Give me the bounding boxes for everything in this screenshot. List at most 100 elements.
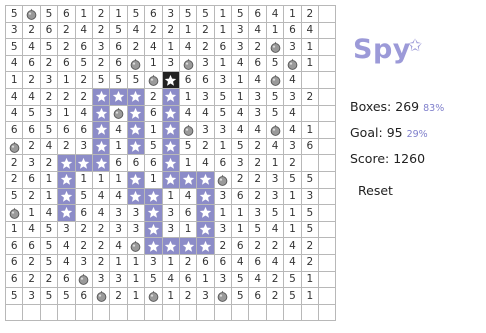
board-cell[interactable]: 4 <box>110 188 128 206</box>
board-cell[interactable]: 2 <box>266 238 285 255</box>
board-cell[interactable]: 1 <box>179 88 198 106</box>
board-cell[interactable]: 3 <box>110 205 128 222</box>
board-cell[interactable]: 6 <box>249 6 267 23</box>
board-cell[interactable]: 2 <box>75 88 93 106</box>
board-cell[interactable]: 4 <box>179 105 198 123</box>
board-cell[interactable]: 5 <box>179 6 198 23</box>
board-cell[interactable]: 6 <box>301 138 320 156</box>
board-cell[interactable]: 1 <box>214 205 233 222</box>
board-cell[interactable]: 4 <box>92 188 111 206</box>
board-cell[interactable]: 5 <box>266 55 285 73</box>
board-cell[interactable]: 5 <box>23 105 41 123</box>
board-cell[interactable]: 4 <box>6 105 24 123</box>
board-cell[interactable] <box>162 72 180 89</box>
board-cell[interactable]: 5 <box>249 221 267 239</box>
board-cell[interactable] <box>110 304 128 322</box>
board-cell[interactable]: 5 <box>6 188 24 206</box>
board-cell[interactable]: 3 <box>75 254 93 272</box>
board-cell[interactable]: 5 <box>92 72 111 89</box>
board-cell[interactable]: 2 <box>23 254 41 272</box>
board-cell[interactable]: 1 <box>284 6 302 23</box>
board-cell[interactable] <box>145 72 163 89</box>
board-cell[interactable]: 2 <box>40 155 59 172</box>
board-cell[interactable] <box>92 138 111 156</box>
board-cell[interactable]: 1 <box>301 288 320 305</box>
board-cell[interactable]: 6 <box>75 39 93 56</box>
board-cell[interactable]: 2 <box>23 22 41 40</box>
board-cell[interactable]: 2 <box>232 171 250 189</box>
board-cell[interactable]: 1 <box>92 171 111 189</box>
board-cell[interactable]: 1 <box>284 221 302 239</box>
board-cell[interactable]: 2 <box>197 39 215 56</box>
board-cell[interactable]: 3 <box>214 72 233 89</box>
board-cell[interactable]: 4 <box>127 22 146 40</box>
board-cell[interactable]: 6 <box>145 155 163 172</box>
board-cell[interactable]: 6 <box>110 155 128 172</box>
board-cell[interactable]: 3 <box>197 288 215 305</box>
board-cell[interactable]: 3 <box>214 188 233 206</box>
board-cell[interactable]: 5 <box>301 171 320 189</box>
board-cell[interactable] <box>319 22 337 40</box>
board-cell[interactable]: 3 <box>214 271 233 289</box>
board-cell[interactable]: 1 <box>214 138 233 156</box>
board-cell[interactable]: 6 <box>214 155 233 172</box>
board-cell[interactable]: 3 <box>249 88 267 106</box>
board-cell[interactable]: 5 <box>6 39 24 56</box>
board-cell[interactable]: 2 <box>249 155 267 172</box>
board-cell[interactable] <box>127 105 146 123</box>
board-cell[interactable]: 6 <box>232 238 250 255</box>
board-cell[interactable]: 4 <box>266 6 285 23</box>
board-cell[interactable]: 1 <box>162 39 180 56</box>
board-cell[interactable]: 2 <box>127 39 146 56</box>
board-cell[interactable] <box>319 122 337 139</box>
board-cell[interactable]: 5 <box>75 55 93 73</box>
board-cell[interactable]: 1 <box>214 22 233 40</box>
board-cell[interactable]: 1 <box>145 171 163 189</box>
board-cell[interactable]: 4 <box>58 238 76 255</box>
board-cell[interactable] <box>145 188 163 206</box>
board-cell[interactable]: 1 <box>58 72 76 89</box>
board-cell[interactable]: 5 <box>40 238 59 255</box>
board-cell[interactable]: 4 <box>284 122 302 139</box>
board-cell[interactable]: 2 <box>179 254 198 272</box>
board-cell[interactable]: 1 <box>40 171 59 189</box>
board-cell[interactable]: 1 <box>179 221 198 239</box>
board-cell[interactable]: 2 <box>40 88 59 106</box>
board-cell[interactable] <box>58 304 76 322</box>
board-cell[interactable]: 4 <box>284 254 302 272</box>
board-cell[interactable] <box>162 304 180 322</box>
board-cell[interactable] <box>92 155 111 172</box>
board-cell[interactable]: 6 <box>23 238 41 255</box>
board-cell[interactable]: 4 <box>145 39 163 56</box>
reset-button[interactable]: Reset <box>358 183 393 198</box>
board-cell[interactable]: 6 <box>284 22 302 40</box>
board-cell[interactable]: 3 <box>197 55 215 73</box>
board-cell[interactable]: 4 <box>40 138 59 156</box>
board-cell[interactable] <box>197 221 215 239</box>
board-cell[interactable]: 5 <box>127 6 146 23</box>
board-cell[interactable] <box>110 105 128 123</box>
board-cell[interactable]: 5 <box>6 6 24 23</box>
board-cell[interactable] <box>319 88 337 106</box>
board-cell[interactable] <box>127 171 146 189</box>
board-cell[interactable]: 1 <box>197 271 215 289</box>
board-cell[interactable]: 3 <box>23 155 41 172</box>
board-cell[interactable]: 4 <box>75 105 93 123</box>
board-cell[interactable]: 5 <box>301 205 320 222</box>
board-cell[interactable]: 4 <box>249 22 267 40</box>
board-cell[interactable] <box>319 171 337 189</box>
board-cell[interactable]: 5 <box>40 122 59 139</box>
board-cell[interactable]: 5 <box>284 288 302 305</box>
board-cell[interactable] <box>40 304 59 322</box>
board-cell[interactable]: 6 <box>23 55 41 73</box>
board-cell[interactable]: 3 <box>92 39 111 56</box>
board-cell[interactable] <box>179 238 198 255</box>
board-cell[interactable]: 4 <box>110 238 128 255</box>
board-cell[interactable]: 3 <box>249 105 267 123</box>
board-cell[interactable] <box>197 238 215 255</box>
board-cell[interactable] <box>179 171 198 189</box>
board-cell[interactable] <box>197 188 215 206</box>
board-cell[interactable]: 5 <box>284 171 302 189</box>
board-cell[interactable]: 2 <box>23 72 41 89</box>
board-cell[interactable] <box>75 304 93 322</box>
